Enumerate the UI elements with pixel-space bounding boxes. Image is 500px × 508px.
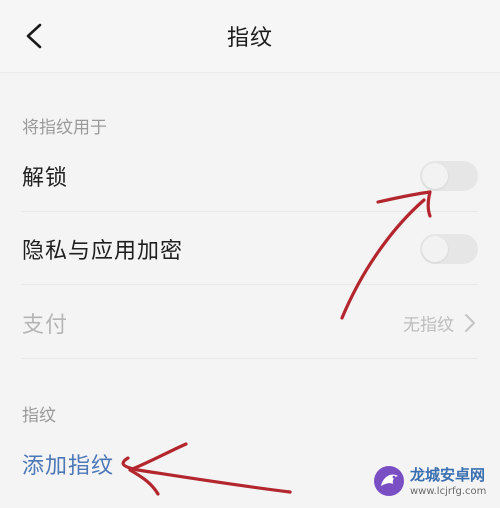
dragon-logo-icon (374, 466, 404, 496)
privacy-app-encryption-toggle[interactable] (420, 234, 478, 264)
payment-row[interactable]: 支付 无指纹 (0, 287, 500, 359)
unlock-row[interactable]: 解锁 (0, 140, 500, 212)
section-label-use-for: 将指纹用于 (22, 118, 107, 138)
divider (22, 284, 478, 285)
section-label-fingerprint: 指纹 (22, 406, 56, 426)
payment-label: 支付 (22, 313, 69, 338)
page-title: 指纹 (226, 26, 273, 51)
privacy-app-encryption-label: 隐私与应用加密 (22, 239, 184, 264)
unlock-toggle[interactable] (420, 161, 478, 191)
payment-status: 无指纹 (403, 315, 454, 336)
toggle-knob (422, 236, 448, 262)
add-fingerprint-link[interactable]: 添加指纹 (22, 448, 114, 480)
watermark-url: www.lcjrfg.com (410, 486, 487, 497)
chevron-right-icon (465, 314, 475, 332)
divider (22, 211, 478, 212)
divider (22, 358, 478, 359)
watermark: 龙城安卓网 www.lcjrfg.com (372, 462, 498, 504)
privacy-app-encryption-row[interactable]: 隐私与应用加密 (0, 213, 500, 285)
navigation-bar: 指纹 (0, 0, 500, 73)
unlock-label: 解锁 (22, 166, 69, 191)
watermark-title: 龙城安卓网 (410, 466, 486, 484)
toggle-knob (422, 163, 448, 189)
